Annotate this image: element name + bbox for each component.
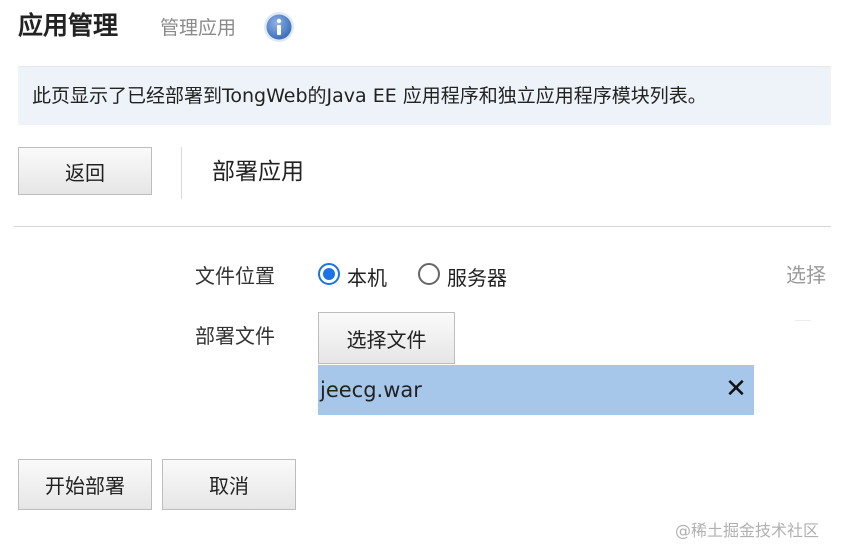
radio-local-label[interactable]: 本机	[347, 264, 387, 292]
toolbar-divider	[181, 147, 182, 199]
info-banner-text: 此页显示了已经部署到TongWeb的Java EE 应用程序和独立应用程序模块列…	[32, 85, 707, 107]
close-icon[interactable]: ✕	[722, 375, 750, 403]
info-icon[interactable]	[263, 11, 295, 43]
divider-hint	[795, 320, 811, 321]
select-link[interactable]: 选择	[786, 261, 826, 289]
radio-local[interactable]	[318, 263, 340, 285]
start-deploy-button[interactable]: 开始部署	[18, 459, 152, 510]
section-divider	[14, 226, 831, 227]
selected-file-name: jeecg.war	[320, 378, 422, 402]
back-button[interactable]: 返回	[18, 147, 152, 195]
selected-file-chip: jeecg.war ✕	[318, 365, 754, 415]
page-subtitle: 管理应用	[160, 17, 237, 39]
info-banner: 此页显示了已经部署到TongWeb的Java EE 应用程序和独立应用程序模块列…	[18, 66, 831, 125]
file-location-label: 文件位置	[195, 264, 275, 288]
radio-server-label[interactable]: 服务器	[447, 264, 507, 292]
page-title: 应用管理	[18, 11, 119, 40]
cancel-button[interactable]: 取消	[162, 459, 296, 510]
radio-server[interactable]	[418, 263, 440, 285]
watermark: @稀土掘金技术社区	[675, 521, 820, 540]
choose-file-button[interactable]: 选择文件	[318, 312, 455, 364]
deploy-file-label: 部署文件	[195, 324, 275, 348]
section-title: 部署应用	[212, 159, 304, 185]
